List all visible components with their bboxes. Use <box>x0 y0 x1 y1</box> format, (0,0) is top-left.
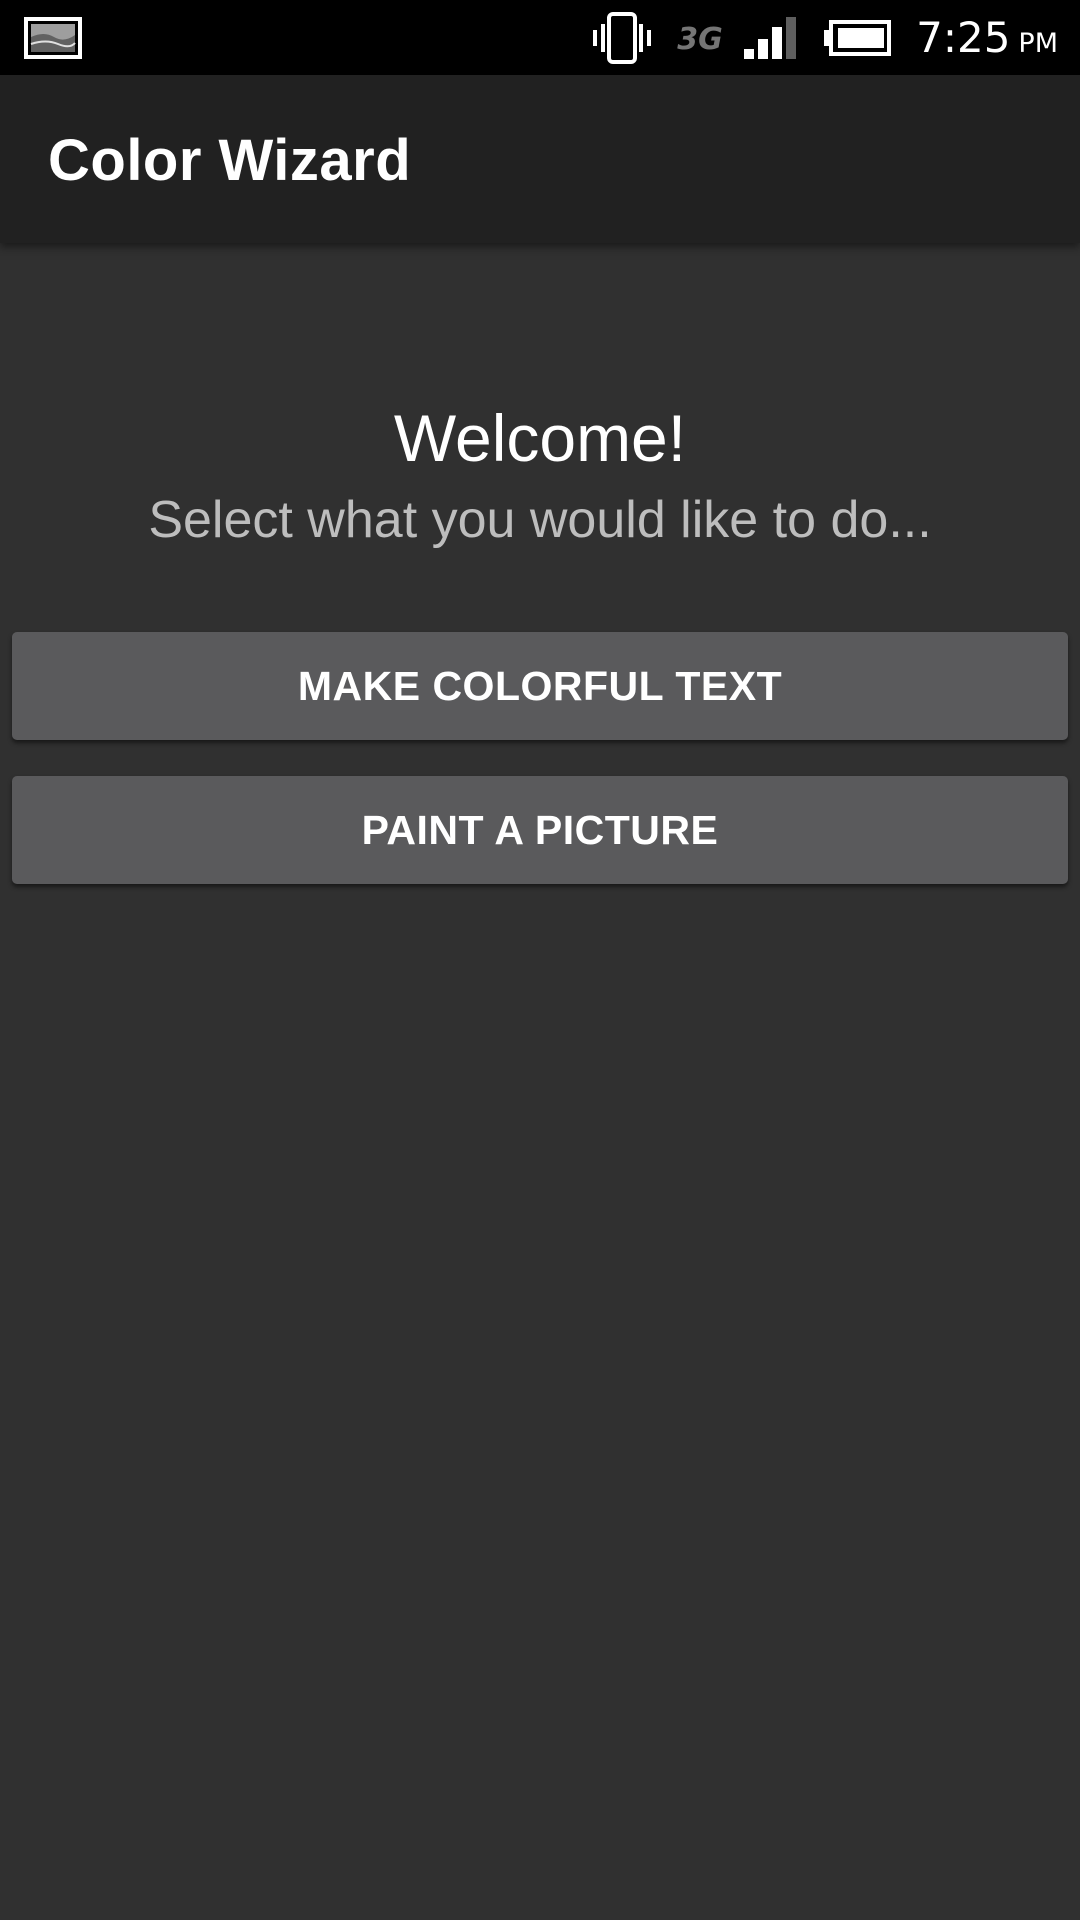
3g-icon: 3G <box>677 22 723 57</box>
battery-icon <box>824 19 892 56</box>
image-icon <box>24 17 82 59</box>
clock-time: 7:25 <box>916 12 1011 62</box>
paint-a-picture-button[interactable]: PAINT A PICTURE <box>12 776 1068 884</box>
signal-icon <box>744 16 797 59</box>
svg-text:3G: 3G <box>677 22 723 57</box>
status-icons: 3G 7:25 PM <box>592 0 1058 75</box>
make-colorful-text-button[interactable]: MAKE COLORFUL TEXT <box>12 632 1068 740</box>
welcome-subtitle: Select what you would like to do... <box>148 491 932 549</box>
status-bar: 3G 7:25 PM <box>0 0 1080 75</box>
vibrate-icon <box>593 11 652 64</box>
app-bar: Color Wizard <box>0 75 1080 243</box>
app-title: Color Wizard <box>48 128 412 193</box>
clock-ampm: PM <box>1018 27 1058 59</box>
welcome-heading: Welcome! <box>393 401 687 475</box>
clock: 7:25 PM <box>916 12 1058 62</box>
